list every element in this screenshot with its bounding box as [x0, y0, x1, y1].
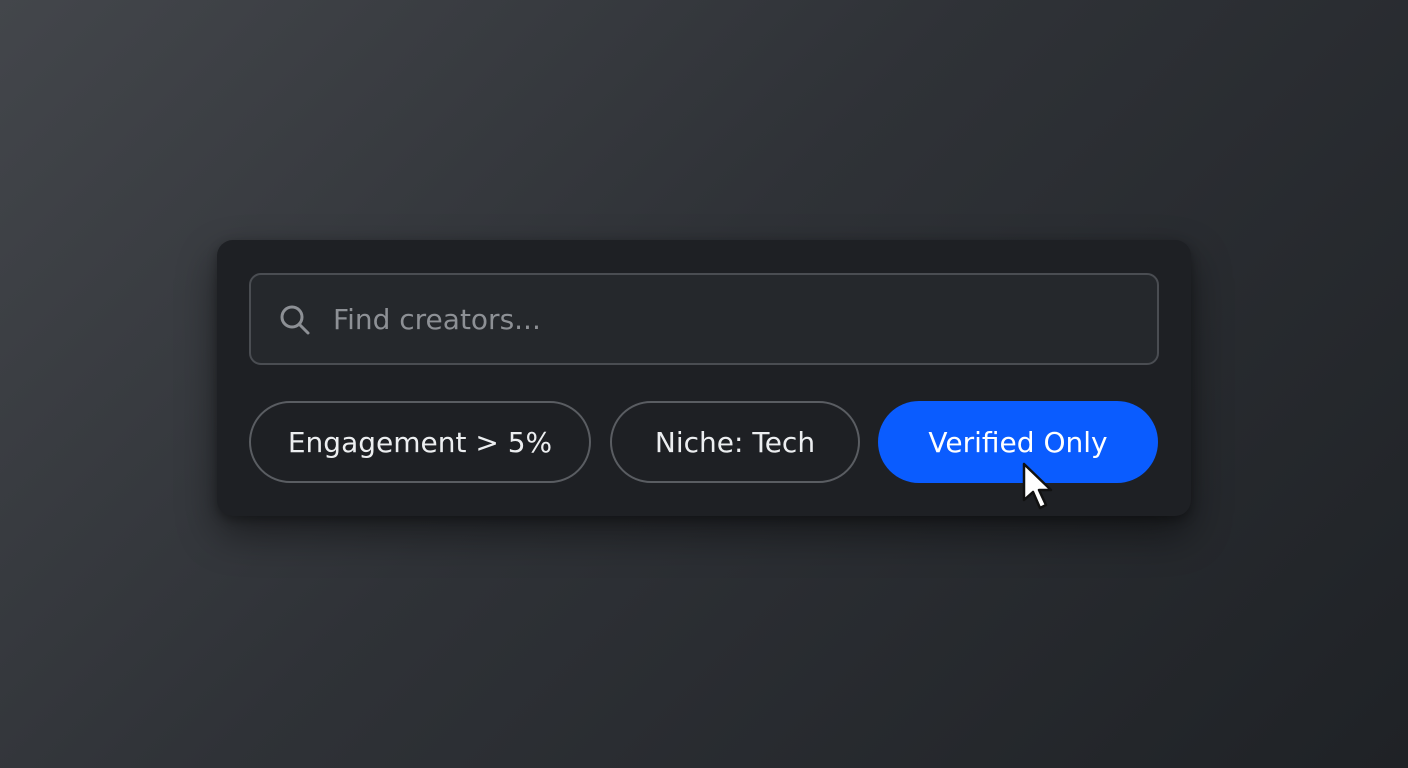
filter-chip-niche[interactable]: Niche: Tech [610, 401, 860, 483]
search-icon [280, 305, 310, 335]
filter-chip-label: Engagement > 5% [287, 425, 553, 459]
mouse-pointer-icon [1022, 462, 1053, 510]
filter-chip-engagement[interactable]: Engagement > 5% [249, 401, 591, 483]
filter-chip-label: Niche: Tech [654, 425, 816, 459]
search-input[interactable] [333, 275, 1133, 363]
filter-chip-label: Verified Only [928, 425, 1108, 459]
search-bar[interactable] [249, 273, 1159, 365]
filter-chip-verified[interactable]: Verified Only [878, 401, 1158, 483]
